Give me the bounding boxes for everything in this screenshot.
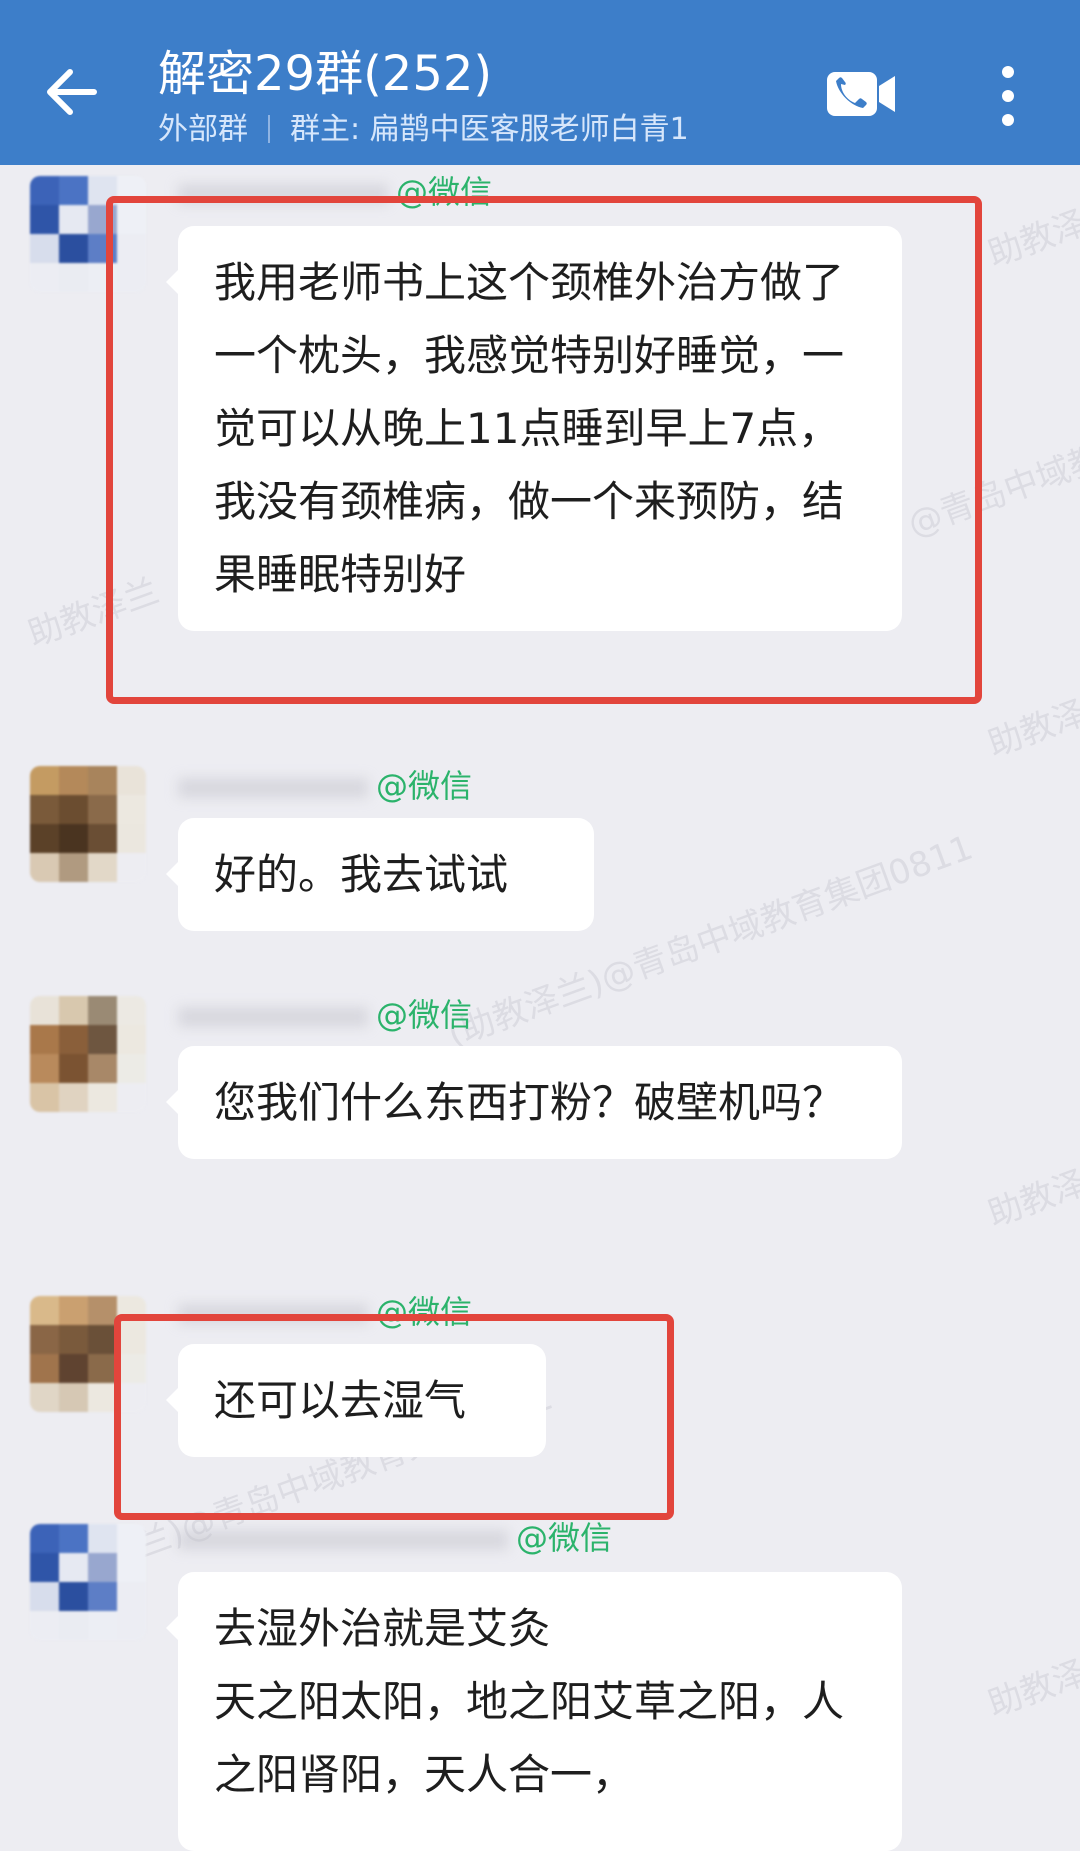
watermark: 助教泽兰: [982, 191, 1080, 276]
message-bubble[interactable]: 还可以去湿气: [166, 1344, 546, 1457]
sender-name-blurred: [178, 184, 388, 204]
watermark: 助教泽兰: [982, 1151, 1080, 1236]
avatar[interactable]: [30, 1524, 146, 1640]
avatar[interactable]: [30, 766, 146, 882]
arrow-left-icon[interactable]: [40, 60, 104, 124]
avatar[interactable]: [30, 176, 146, 292]
sender-name: @微信: [178, 766, 472, 806]
avatar[interactable]: [30, 996, 146, 1112]
sender-name-blurred: [178, 778, 368, 798]
message-bubble[interactable]: 好的。我去试试: [166, 818, 594, 931]
group-owner-label: 群主: 扁鹊中医客服老师白青1: [290, 112, 689, 147]
sender-name-blurred: [178, 1530, 508, 1550]
subtitle-divider: [268, 115, 270, 143]
sender-name-blurred: [178, 1304, 368, 1324]
message-bubble[interactable]: 去湿外治就是艾灸 天之阳太阳，地之阳艾草之阳，人之阳肾阳，天人合一，: [166, 1572, 902, 1851]
sender-name: @微信: [178, 1292, 472, 1332]
group-type-label: 外部群: [158, 112, 248, 147]
chat-title: 解密29群(252): [158, 46, 493, 102]
sender-name: @微信: [178, 1518, 612, 1558]
watermark: 助教泽兰: [982, 1641, 1080, 1726]
watermark: 助教泽兰: [22, 571, 165, 656]
sender-name-blurred: [178, 1007, 368, 1027]
watermark: 助教泽兰: [982, 681, 1080, 766]
message-bubble[interactable]: 我用老师书上这个颈椎外治方做了一个枕头，我感觉特别好睡觉，一觉可以从晚上11点睡…: [166, 226, 902, 631]
avatar[interactable]: [30, 1296, 146, 1412]
video-call-icon[interactable]: [825, 68, 897, 120]
chat-header: 解密29群(252) 外部群 群主: 扁鹊中医客服老师白青1: [0, 0, 1080, 165]
chat-subtitle: 外部群 群主: 扁鹊中医客服老师白青1: [158, 110, 689, 150]
message-bubble[interactable]: 您我们什么东西打粉？破壁机吗？: [166, 1046, 902, 1159]
sender-name: @微信: [178, 172, 492, 212]
more-vertical-icon[interactable]: [988, 62, 1028, 130]
sender-name: @微信: [178, 995, 472, 1035]
watermark: @青岛中域教育集团0811: [902, 373, 1080, 546]
